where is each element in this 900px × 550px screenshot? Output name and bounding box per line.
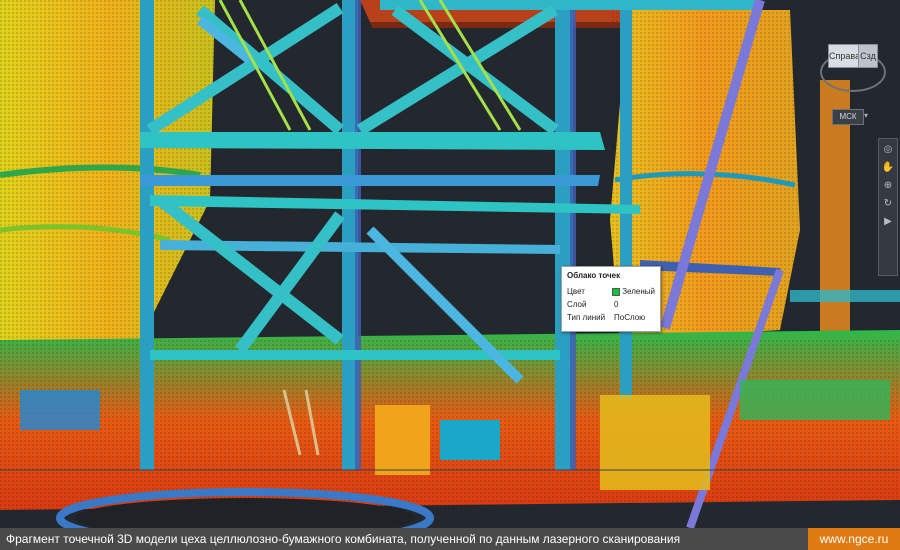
viewcube[interactable]: Справа Сзд — [818, 30, 886, 94]
orbit-icon[interactable]: ↻ — [881, 197, 895, 211]
pan-icon[interactable]: ✋ — [881, 161, 895, 175]
property-label: Слой — [567, 300, 587, 309]
tooltip-title: Облако точек — [567, 271, 621, 280]
image-caption: Фрагмент точечной 3D модели цеха целлюло… — [0, 528, 808, 550]
property-value: ПоСлою — [614, 313, 646, 322]
caption-bar: Фрагмент точечной 3D модели цеха целлюло… — [0, 528, 900, 550]
viewcube-face-back[interactable]: Сзд — [858, 44, 878, 68]
quick-properties-tooltip: Облако точек Цвет Зеленый Слой 0 Тип лин… — [561, 266, 661, 332]
steering-wheel-icon[interactable]: ◎ — [881, 143, 895, 157]
property-label: Тип линий — [567, 313, 606, 322]
color-swatch — [612, 287, 621, 296]
property-value: 0 — [614, 300, 619, 309]
property-row-color: Цвет Зеленый — [567, 285, 655, 298]
model-viewport[interactable]: Справа Сзд МСК ▾ ◎ ✋ ⊕ ↻ ▶ Облако точек … — [0, 0, 900, 528]
site-url-link[interactable]: www.ngce.ru — [808, 528, 900, 550]
viewcube-face-right[interactable]: Справа — [828, 44, 860, 68]
point-cloud-scene — [0, 0, 900, 528]
zoom-icon[interactable]: ⊕ — [881, 179, 895, 193]
navigation-bar: ◎ ✋ ⊕ ↻ ▶ — [878, 138, 898, 276]
ucs-menu-button[interactable]: МСК — [832, 109, 864, 125]
property-label: Цвет — [567, 287, 585, 296]
property-row-linetype: Тип линий ПоСлою — [567, 311, 655, 324]
property-value: Зеленый — [622, 287, 655, 296]
showmotion-icon[interactable]: ▶ — [881, 215, 895, 229]
chevron-down-icon[interactable]: ▾ — [864, 109, 868, 123]
property-row-layer: Слой 0 — [567, 298, 655, 311]
